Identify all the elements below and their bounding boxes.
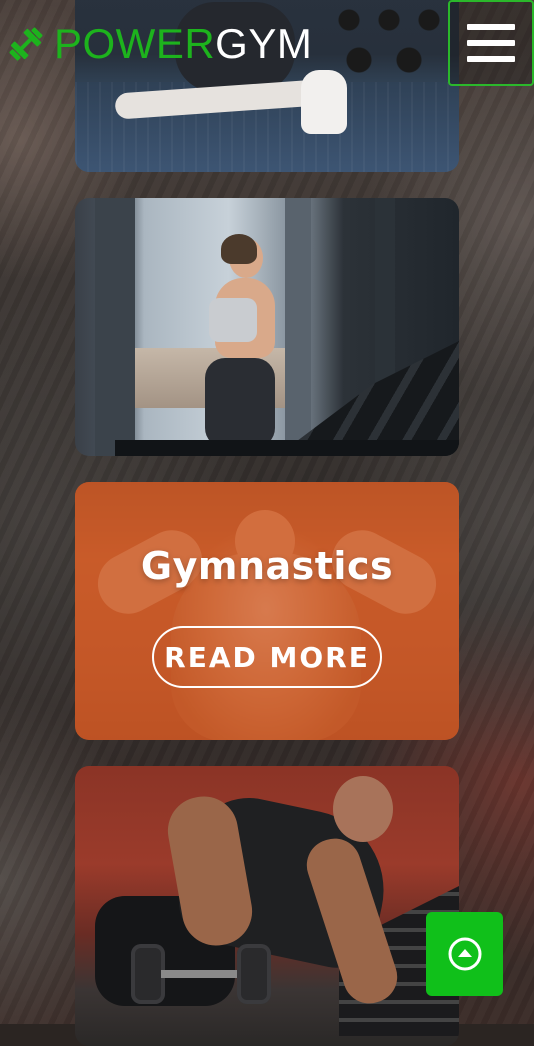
card-image-treadmill [75,198,459,456]
card-content: Gymnastics READ MORE [75,482,459,740]
back-to-top-button[interactable] [426,912,503,996]
class-card-treadmill[interactable] [75,198,459,456]
runner-legs [205,358,275,448]
class-card-gymnastics[interactable]: Gymnastics READ MORE [75,482,459,740]
class-card-weights[interactable] [75,766,459,1046]
dumbbell-bar [161,970,241,978]
card-image-weights [75,766,459,1046]
dumbbell-plate [237,944,271,1004]
runner-hair [221,234,257,264]
hamburger-menu-icon [467,24,515,30]
treadmill-belt [115,440,459,456]
man-head [333,776,393,842]
site-logo[interactable]: POWERGYM [6,18,312,70]
dumbbell-icon [9,27,43,61]
hamburger-bar [467,56,515,62]
dumbbell [131,944,271,1004]
pillar [285,198,311,456]
arrow-up-circle-icon [448,937,481,971]
hamburger-bar [467,40,515,46]
card-title: Gymnastics [140,544,394,588]
site-header: POWERGYM [0,0,534,90]
brand-name: POWERGYM [54,18,312,70]
brand-power: POWER [54,20,216,67]
brand-gym: GYM [215,20,313,67]
hamburger-menu-button[interactable] [448,0,534,86]
pillar [95,198,135,456]
dumbbell-plate [131,944,165,1004]
runner-top [209,298,257,342]
read-more-button[interactable]: READ MORE [152,626,382,688]
